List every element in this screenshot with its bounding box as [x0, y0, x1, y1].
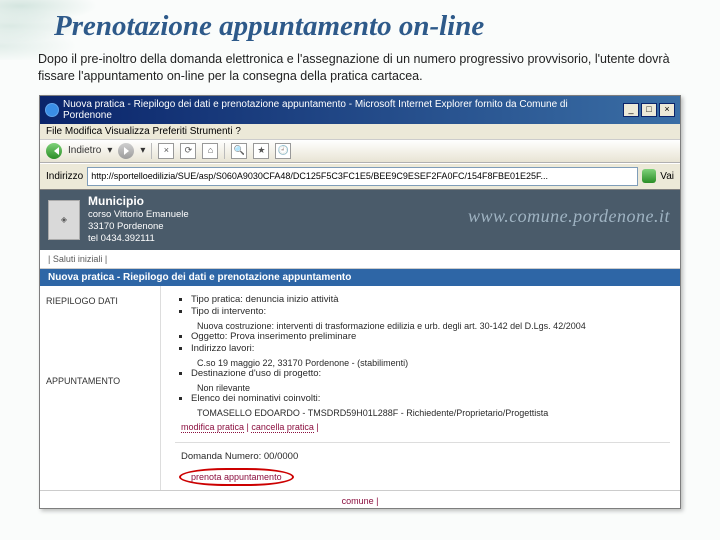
ie-icon	[45, 103, 59, 117]
list-item: Oggetto: Prova inserimento preliminare	[191, 331, 670, 342]
banner-line2: 33170 Pordenone	[88, 221, 164, 232]
address-input[interactable]	[87, 167, 638, 186]
domanda-numero: Domanda Numero: 00/0000	[181, 451, 670, 462]
list-subitem: Non rilevante	[197, 383, 670, 393]
browser-window: Nuova pratica - Riepilogo dei dati e pre…	[39, 95, 681, 509]
address-label: Indirizzo	[46, 171, 83, 182]
link-prenota-appuntamento[interactable]: prenota appuntamento	[179, 468, 294, 486]
back-button[interactable]: Indietro	[68, 145, 101, 156]
minimize-button[interactable]: _	[623, 103, 639, 117]
page-content: ◈ Municipio corso Vittorio Emanuele 3317…	[40, 189, 680, 508]
list-item: Tipo pratica: denuncia inizio attività	[191, 294, 670, 305]
close-button[interactable]: ×	[659, 103, 675, 117]
forward-icon[interactable]	[118, 143, 134, 159]
left-label-riepilogo: RIEPILOGO DATI	[46, 296, 154, 306]
subnav[interactable]: | Saluti iniziali |	[40, 250, 680, 269]
back-icon[interactable]	[46, 143, 62, 159]
list-item: Elenco dei nominativi coinvolti:	[191, 393, 670, 404]
window-titlebar: Nuova pratica - Riepilogo dei dati e pre…	[40, 96, 680, 124]
home-icon[interactable]: ⌂	[202, 143, 218, 159]
menubar[interactable]: File Modifica Visualizza Preferiti Strum…	[40, 124, 680, 140]
banner-domain: www.comune.pordenone.it	[468, 206, 670, 227]
page-heading: Nuova pratica - Riepilogo dei dati e pre…	[40, 269, 680, 286]
link-cancella-pratica[interactable]: cancella pratica	[251, 422, 314, 433]
maximize-button[interactable]: □	[641, 103, 657, 117]
list-subitem: Nuova costruzione: interventi di trasfor…	[197, 321, 670, 331]
window-title: Nuova pratica - Riepilogo dei dati e pre…	[63, 99, 619, 121]
go-label: Vai	[660, 171, 674, 182]
banner-municipio: Municipio	[88, 194, 144, 208]
slide-title: Prenotazione appuntamento on-line	[54, 10, 682, 43]
search-icon[interactable]: 🔍	[231, 143, 247, 159]
refresh-icon[interactable]: ⟳	[180, 143, 196, 159]
favorites-icon[interactable]: ★	[253, 143, 269, 159]
site-banner: ◈ Municipio corso Vittorio Emanuele 3317…	[40, 190, 680, 250]
banner-line3: tel 0434.392111	[88, 233, 155, 244]
address-bar: Indirizzo Vai	[40, 163, 680, 189]
list-item: Indirizzo lavori:	[191, 343, 670, 354]
list-subitem: C.so 19 maggio 22, 33170 Pordenone - (st…	[197, 358, 670, 368]
left-label-appuntamento: APPUNTAMENTO	[46, 376, 154, 386]
go-button[interactable]	[642, 169, 656, 183]
banner-line1: corso Vittorio Emanuele	[88, 209, 189, 220]
page-footer-link[interactable]: comune |	[40, 490, 680, 508]
crest-icon: ◈	[48, 200, 80, 240]
toolbar: Indietro ▾ ▾ × ⟳ ⌂ 🔍 ★ 🕘	[40, 140, 680, 163]
history-icon[interactable]: 🕘	[275, 143, 291, 159]
slide-intro: Dopo il pre-inoltro della domanda elettr…	[38, 51, 682, 85]
link-modifica-pratica[interactable]: modifica pratica	[181, 422, 244, 433]
stop-icon[interactable]: ×	[158, 143, 174, 159]
list-item: Destinazione d'uso di progetto:	[191, 368, 670, 379]
list-item: Tipo di intervento:	[191, 306, 670, 317]
list-subitem: TOMASELLO EDOARDO - TMSDRD59H01L288F - R…	[197, 408, 670, 418]
